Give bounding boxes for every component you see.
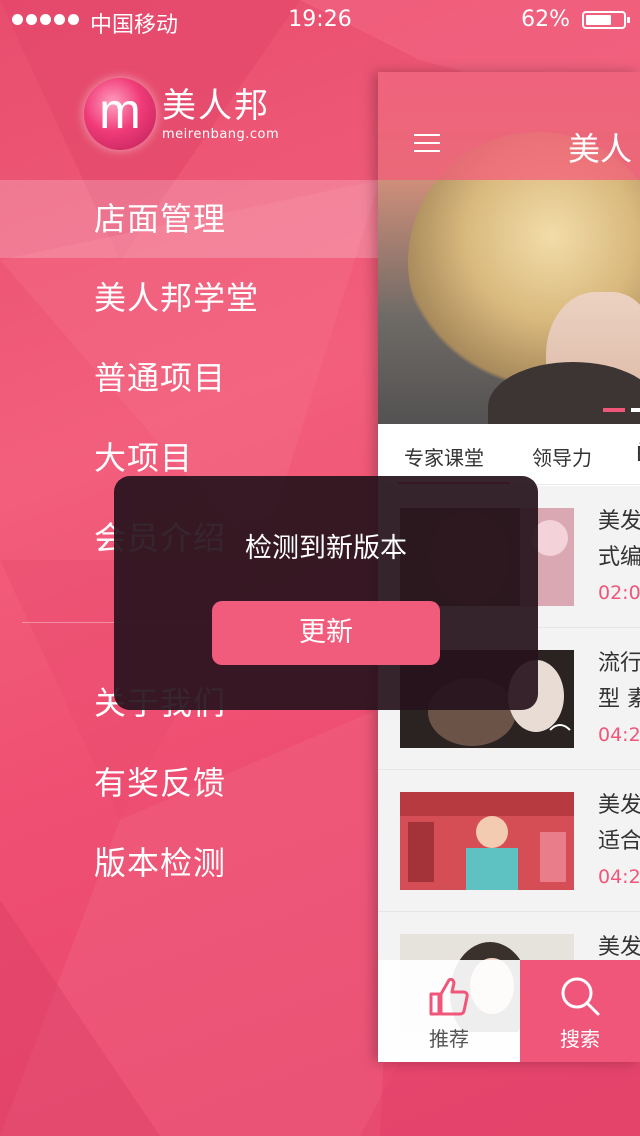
battery-percent: 62% bbox=[521, 7, 570, 32]
list-item-title: 流行 bbox=[598, 651, 640, 676]
bottom-navigation: 推荐 搜索 bbox=[378, 960, 640, 1062]
search-icon bbox=[561, 977, 600, 1016]
tab-more[interactable]: Ē bbox=[636, 442, 640, 466]
video-thumbnail bbox=[400, 792, 574, 890]
update-button[interactable]: 更新 bbox=[212, 601, 440, 665]
brand-logo: m 美人邦 meirenbang.com bbox=[84, 78, 279, 150]
list-item-title: 式编 bbox=[598, 545, 640, 570]
app-title: 美人 bbox=[568, 130, 633, 168]
nav-search-button[interactable]: 搜索 bbox=[520, 960, 640, 1062]
nav-search-label: 搜索 bbox=[560, 1027, 600, 1051]
list-item-duration: 04:2 bbox=[598, 724, 640, 746]
list-item-duration: 04:2 bbox=[598, 866, 640, 888]
list-item-title: 美发 bbox=[598, 793, 640, 818]
update-dialog: 检测到新版本 更新 bbox=[114, 476, 538, 710]
logo-mark: m bbox=[84, 78, 156, 150]
carousel-indicator bbox=[603, 408, 640, 412]
tab-leadership[interactable]: 领导力 bbox=[532, 442, 592, 471]
battery-icon bbox=[582, 11, 630, 29]
menu-item-regular-projects[interactable]: 普通项目 bbox=[0, 338, 380, 418]
thumbs-up-icon bbox=[429, 977, 469, 1016]
tab-expert-class[interactable]: 专家课堂 bbox=[404, 442, 484, 471]
brand-domain: meirenbang.com bbox=[162, 126, 280, 142]
dialog-message: 检测到新版本 bbox=[245, 533, 407, 564]
menu-item-feedback[interactable]: 有奖反馈 bbox=[0, 743, 380, 823]
menu-item-academy[interactable]: 美人邦学堂 bbox=[0, 258, 380, 338]
nav-recommend-label: 推荐 bbox=[429, 1027, 469, 1051]
nav-recommend-button[interactable]: 推荐 bbox=[378, 960, 520, 1062]
menu-item-version-check[interactable]: 版本检测 bbox=[0, 823, 380, 903]
hero-banner[interactable]: 美人 bbox=[378, 72, 640, 424]
brand-name: 美人邦 bbox=[162, 85, 270, 126]
menu-icon[interactable] bbox=[414, 134, 440, 152]
list-item-title: 美发 bbox=[598, 509, 640, 534]
list-item-title: 适合 bbox=[598, 829, 640, 854]
status-bar: 中国移动 19:26 62% bbox=[0, 0, 640, 40]
menu-item-store-management[interactable]: 店面管理 bbox=[0, 180, 380, 258]
app-header: 美人 bbox=[378, 72, 640, 180]
list-item-duration: 02:0 bbox=[598, 582, 640, 604]
list-item-title: 型 素 bbox=[598, 687, 640, 712]
list-item[interactable]: 美发适合 04:2 bbox=[378, 770, 640, 912]
